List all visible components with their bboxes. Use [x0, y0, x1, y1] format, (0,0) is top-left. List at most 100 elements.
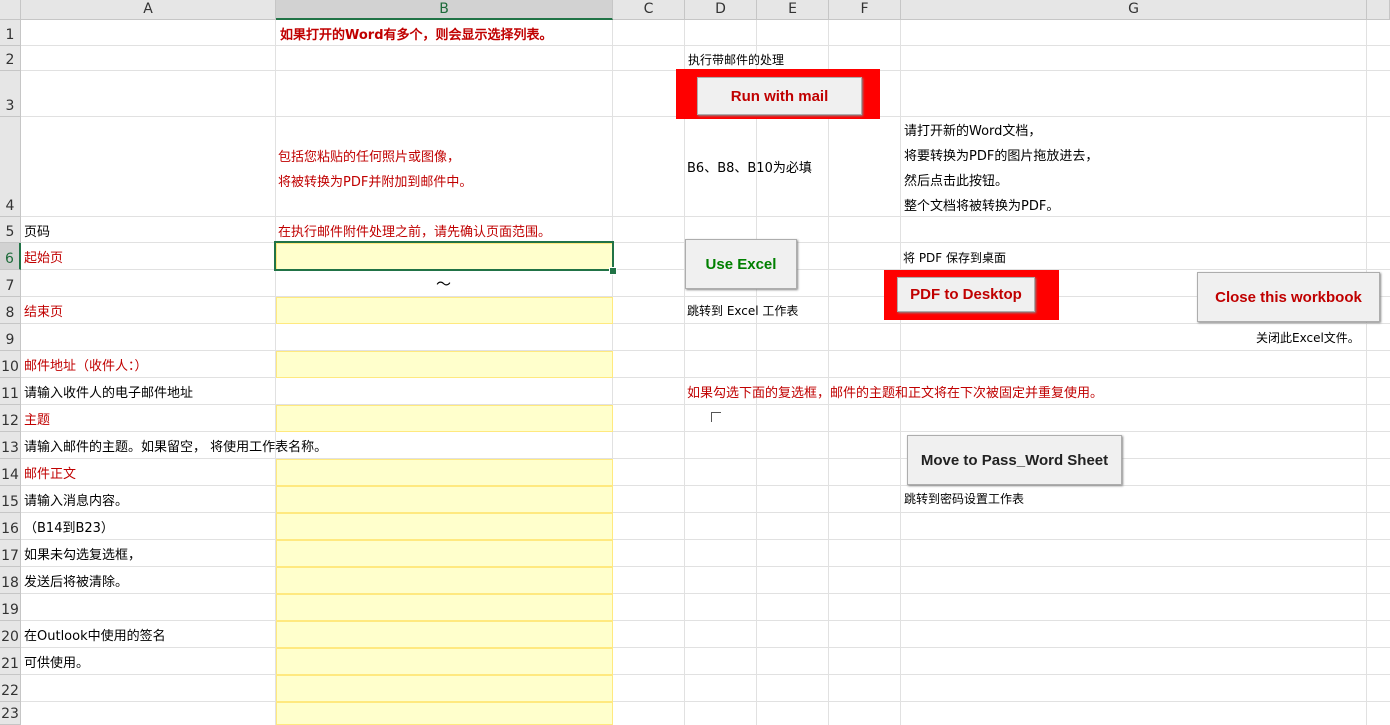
row-header-2[interactable]: 2: [0, 46, 21, 71]
cell-b4-line2: 将被转换为PDF并附加到邮件中。: [278, 175, 473, 190]
cell-a18: 发送后将被清除。: [24, 575, 129, 590]
row-header-6[interactable]: 6: [0, 243, 21, 270]
gridline: [21, 45, 1390, 46]
row-header-12[interactable]: 12: [0, 405, 21, 432]
cell-a12: 主题: [24, 413, 51, 428]
gridline: [21, 296, 1390, 297]
row-header-19[interactable]: 19: [0, 594, 21, 621]
input-cell-b15[interactable]: [276, 486, 613, 513]
cell-a20: 在Outlook中使用的签名: [24, 629, 166, 644]
row-header-21[interactable]: 21: [0, 648, 21, 675]
input-cell-b21[interactable]: [276, 648, 613, 675]
row-header-13[interactable]: 13: [0, 432, 21, 459]
cell-g4-line3: 然后点击此按钮。: [904, 174, 1009, 189]
input-cell-b22[interactable]: [276, 675, 613, 702]
cell-g6: 将 PDF 保存到桌面: [903, 251, 1007, 265]
cell-a8: 结束页: [24, 305, 64, 320]
column-header-c[interactable]: C: [613, 0, 685, 20]
use-excel-button[interactable]: Use Excel: [685, 239, 797, 289]
cell-a6: 起始页: [24, 251, 64, 266]
input-cell-b17[interactable]: [276, 540, 613, 567]
row-header-11[interactable]: 11: [0, 378, 21, 405]
cell-a14: 邮件正文: [24, 467, 77, 482]
row-header-23[interactable]: 23: [0, 702, 21, 725]
row-header-10[interactable]: 10: [0, 351, 21, 378]
cell-a15: 请输入消息内容。: [24, 494, 129, 509]
cell-d2: 执行带邮件的处理: [688, 53, 785, 67]
move-to-password-sheet-button[interactable]: Move to Pass_Word Sheet: [907, 435, 1122, 485]
row-header-9[interactable]: 9: [0, 324, 21, 351]
gridline: [21, 620, 1390, 621]
pdf-to-desktop-button[interactable]: PDF to Desktop: [897, 277, 1035, 312]
input-cell-b14[interactable]: [276, 459, 613, 486]
input-cell-b20[interactable]: [276, 621, 613, 648]
row-header-16[interactable]: 16: [0, 513, 21, 540]
column-header-a[interactable]: A: [21, 0, 276, 20]
row-header-1[interactable]: 1: [0, 20, 21, 46]
cell-a5: 页码: [24, 225, 51, 240]
cell-b7: ～: [436, 275, 452, 293]
gridline: [21, 404, 1390, 405]
gridline: [21, 216, 1390, 217]
gridline: [21, 485, 1390, 486]
gridline: [21, 512, 1390, 513]
cell-a11: 请输入收件人的电子邮件地址: [24, 386, 194, 401]
gridline: [21, 593, 1390, 594]
row-header-5[interactable]: 5: [0, 217, 21, 243]
gridline: [21, 350, 1390, 351]
input-cell-b10[interactable]: [276, 351, 613, 378]
column-header-f[interactable]: F: [829, 0, 901, 20]
cell-b4-line1: 包括您粘贴的任何照片或图像，: [278, 150, 461, 165]
row-header-8[interactable]: 8: [0, 297, 21, 324]
close-workbook-button[interactable]: Close this workbook: [1197, 272, 1380, 322]
input-cell-b23[interactable]: [276, 702, 613, 725]
column-header-b[interactable]: B: [276, 0, 613, 20]
input-cell-b8[interactable]: [276, 297, 613, 324]
row-header-20[interactable]: 20: [0, 621, 21, 648]
cell-g4-line4: 整个文档将被转换为PDF。: [904, 199, 1060, 214]
gridline: [21, 674, 1390, 675]
gridline: [21, 377, 1390, 378]
column-header-h[interactable]: [1367, 0, 1390, 20]
input-cell-b16[interactable]: [276, 513, 613, 540]
row-header-22[interactable]: 22: [0, 675, 21, 702]
row-header-14[interactable]: 14: [0, 459, 21, 486]
cell-g13-caption: 跳转到密码设置工作表: [904, 492, 1025, 506]
cell-d11: 如果勾选下面的复选框，邮件的主题和正文将在下次被固定并重复使用。: [687, 386, 1104, 401]
gridline: [21, 458, 1390, 459]
row-header-15[interactable]: 15: [0, 486, 21, 513]
cell-a21: 可供使用。: [24, 656, 90, 671]
input-cell-b18[interactable]: [276, 567, 613, 594]
cell-g4-line1: 请打开新的Word文档，: [904, 124, 1042, 139]
column-header-e[interactable]: E: [757, 0, 829, 20]
reuse-subject-body-checkbox[interactable]: [711, 412, 721, 422]
active-cell-b6[interactable]: [274, 241, 614, 271]
gridline: [21, 431, 1390, 432]
cell-a16: （B14到B23）: [24, 521, 114, 536]
input-cell-b12[interactable]: [276, 405, 613, 432]
gridline: [21, 701, 1390, 702]
gridline: [21, 647, 1390, 648]
input-cell-b19[interactable]: [276, 594, 613, 621]
row-header-7[interactable]: 7: [0, 270, 21, 297]
column-header-g[interactable]: G: [901, 0, 1367, 20]
run-with-mail-button[interactable]: Run with mail: [697, 77, 862, 115]
cell-d4: B6、B8、B10为必填: [687, 161, 812, 176]
cell-a10: 邮件地址（收件人：）: [24, 359, 148, 374]
cell-a13: 请输入邮件的主题。如果留空， 将使用工作表名称。: [24, 440, 328, 455]
cell-d8: 跳转到 Excel 工作表: [687, 304, 799, 318]
cell-a17: 如果未勾选复选框，: [24, 548, 142, 563]
cell-g9: 关闭此Excel文件。: [1256, 331, 1360, 345]
cell-b1: 如果打开的Word有多个，则会显示选择列表。: [280, 28, 553, 43]
fill-handle[interactable]: [609, 267, 617, 275]
cell-b5: 在执行邮件附件处理之前，请先确认页面范围。: [278, 225, 552, 240]
column-header-d[interactable]: D: [685, 0, 757, 20]
select-all-corner[interactable]: [0, 0, 21, 20]
gridline: [21, 323, 1390, 324]
row-header-17[interactable]: 17: [0, 540, 21, 567]
gridline: [21, 566, 1390, 567]
row-header-18[interactable]: 18: [0, 567, 21, 594]
cell-g4-line2: 将要转换为PDF的图片拖放进去，: [904, 149, 1099, 164]
row-header-4[interactable]: 4: [0, 117, 21, 217]
row-header-3[interactable]: 3: [0, 71, 21, 117]
